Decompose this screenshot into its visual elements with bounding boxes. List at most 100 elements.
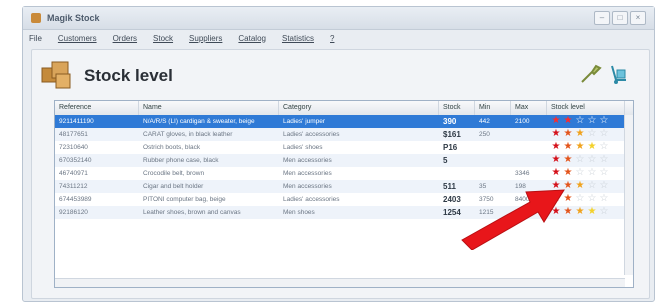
app-window: Magik Stock – □ × File Customers Orders … bbox=[22, 6, 655, 302]
hand-truck-icon[interactable] bbox=[606, 62, 630, 86]
table-row[interactable]: 670352140 Rubber phone case, black Men acc… bbox=[55, 154, 625, 167]
cell-max bbox=[511, 128, 547, 141]
star-icon: ★ bbox=[551, 141, 561, 152]
wrench-icon[interactable] bbox=[578, 62, 602, 86]
menu-statistics[interactable]: Statistics bbox=[282, 34, 314, 43]
cell-min: 442 bbox=[479, 118, 490, 125]
cell-name: PITONI computer bag, beige bbox=[143, 196, 226, 203]
page-header: Stock level bbox=[40, 56, 640, 94]
cell-reference: 9211411190 bbox=[59, 118, 94, 125]
cell-reference: 48177651 bbox=[59, 131, 88, 138]
star-icon: ★ bbox=[551, 167, 561, 178]
cell-min bbox=[475, 167, 511, 180]
star-icon: ☆ bbox=[587, 180, 597, 191]
column-category[interactable]: Category bbox=[279, 101, 439, 115]
grid-header: Reference Name Category Stock Min Max St… bbox=[55, 101, 633, 116]
close-button[interactable]: × bbox=[630, 11, 646, 25]
cell-name: Crocodile belt, brown bbox=[143, 170, 205, 177]
star-icon: ☆ bbox=[587, 115, 597, 126]
app-icon bbox=[31, 13, 41, 23]
column-min[interactable]: Min bbox=[475, 101, 511, 115]
stock-level-stars: ★ ★ ★ ☆ ☆ bbox=[551, 129, 609, 139]
star-icon: ★ bbox=[563, 167, 573, 178]
cell-stock: 390 bbox=[443, 117, 457, 126]
main-content: Stock level Reference Name Category Stoc… bbox=[31, 49, 650, 299]
star-icon: ★ bbox=[563, 141, 573, 152]
horizontal-scrollbar[interactable] bbox=[55, 278, 625, 287]
vertical-scrollbar[interactable] bbox=[624, 115, 633, 275]
cell-reference: 674453989 bbox=[59, 196, 92, 203]
cell-category: Ladies' shoes bbox=[283, 144, 323, 151]
cell-stock: P16 bbox=[443, 143, 458, 152]
cell-name: Rubber phone case, black bbox=[143, 157, 219, 164]
column-reference[interactable]: Reference bbox=[55, 101, 139, 115]
cell-reference: 74311212 bbox=[59, 183, 88, 190]
star-icon: ★ bbox=[575, 206, 585, 217]
menu-file[interactable]: File bbox=[29, 34, 42, 43]
cell-name: Cigar and belt holder bbox=[143, 183, 204, 190]
cell-category: Ladies' accessories bbox=[283, 131, 340, 138]
star-icon: ★ bbox=[575, 180, 585, 191]
cell-name: N/A/R/S (LI) cardigan & sweater, beige bbox=[143, 118, 255, 125]
cell-stock: $161 bbox=[443, 130, 461, 139]
stock-level-stars: ★★☆☆☆ bbox=[551, 116, 609, 126]
star-icon: ★ bbox=[587, 141, 597, 152]
column-name[interactable]: Name bbox=[139, 101, 279, 115]
star-icon: ☆ bbox=[587, 128, 597, 139]
table-row[interactable]: 48177651 CARAT gloves, in black leather La… bbox=[55, 128, 625, 141]
window-title: Magik Stock bbox=[47, 13, 100, 23]
window-controls: – □ × bbox=[594, 11, 646, 25]
cell-category: Men accessories bbox=[283, 183, 332, 190]
star-icon: ☆ bbox=[575, 115, 585, 126]
boxes-icon bbox=[41, 61, 71, 89]
cell-stock bbox=[439, 167, 475, 180]
cell-max: 3346 bbox=[515, 170, 530, 177]
menu-catalog[interactable]: Catalog bbox=[238, 34, 266, 43]
star-icon: ☆ bbox=[587, 154, 597, 165]
cell-min bbox=[475, 141, 511, 154]
title-bar: Magik Stock – □ × bbox=[23, 7, 654, 30]
cell-reference: 72310640 bbox=[59, 144, 88, 151]
stock-level-stars: ★★☆☆☆ bbox=[551, 168, 609, 178]
star-icon: ★ bbox=[563, 128, 573, 139]
star-icon: ☆ bbox=[575, 167, 585, 178]
cell-reference: 92186120 bbox=[59, 209, 88, 216]
star-icon: ★ bbox=[563, 154, 573, 165]
star-icon: ★ bbox=[563, 115, 573, 126]
menu-suppliers[interactable]: Suppliers bbox=[189, 34, 222, 43]
cell-category: Men accessories bbox=[283, 170, 332, 177]
menu-orders[interactable]: Orders bbox=[113, 34, 137, 43]
menu-customers[interactable]: Customers bbox=[58, 34, 97, 43]
cell-max: 2100 bbox=[515, 118, 530, 125]
column-max[interactable]: Max bbox=[511, 101, 547, 115]
star-icon: ☆ bbox=[587, 193, 597, 204]
star-icon: ★ bbox=[551, 128, 561, 139]
cell-category: Ladies' accessories bbox=[283, 196, 340, 203]
column-stock-level[interactable]: Stock level bbox=[547, 101, 625, 115]
cell-name: CARAT gloves, in black leather bbox=[143, 131, 233, 138]
star-icon: ★ bbox=[575, 141, 585, 152]
minimize-button[interactable]: – bbox=[594, 11, 610, 25]
star-icon: ★ bbox=[551, 115, 561, 126]
cell-category: Ladies' jumper bbox=[283, 118, 326, 125]
star-icon: ☆ bbox=[599, 167, 609, 178]
table-row[interactable]: 9211411190 N/A/R/S (LI) cardigan & sweate… bbox=[55, 115, 625, 128]
maximize-button[interactable]: □ bbox=[612, 11, 628, 25]
red-arrow-icon bbox=[461, 189, 565, 250]
star-icon: ☆ bbox=[599, 154, 609, 165]
star-icon: ☆ bbox=[599, 141, 609, 152]
cell-min: 250 bbox=[479, 131, 490, 138]
menu-stock[interactable]: Stock bbox=[153, 34, 173, 43]
star-icon: ☆ bbox=[599, 180, 609, 191]
star-icon: ☆ bbox=[599, 206, 609, 217]
table-row[interactable]: 72310640 Ostrich boots, black Ladies' shoe… bbox=[55, 141, 625, 154]
cell-reference: 46740971 bbox=[59, 170, 88, 177]
cell-category: Men shoes bbox=[283, 209, 315, 216]
cell-max bbox=[511, 154, 547, 167]
column-stock[interactable]: Stock bbox=[439, 101, 475, 115]
cell-name: Leather shoes, brown and canvas bbox=[143, 209, 241, 216]
star-icon: ★ bbox=[587, 206, 597, 217]
star-icon: ☆ bbox=[575, 154, 585, 165]
menu-help[interactable]: ? bbox=[330, 34, 334, 43]
table-row[interactable]: 46740971 Crocodile belt, brown Men accesso… bbox=[55, 167, 625, 180]
